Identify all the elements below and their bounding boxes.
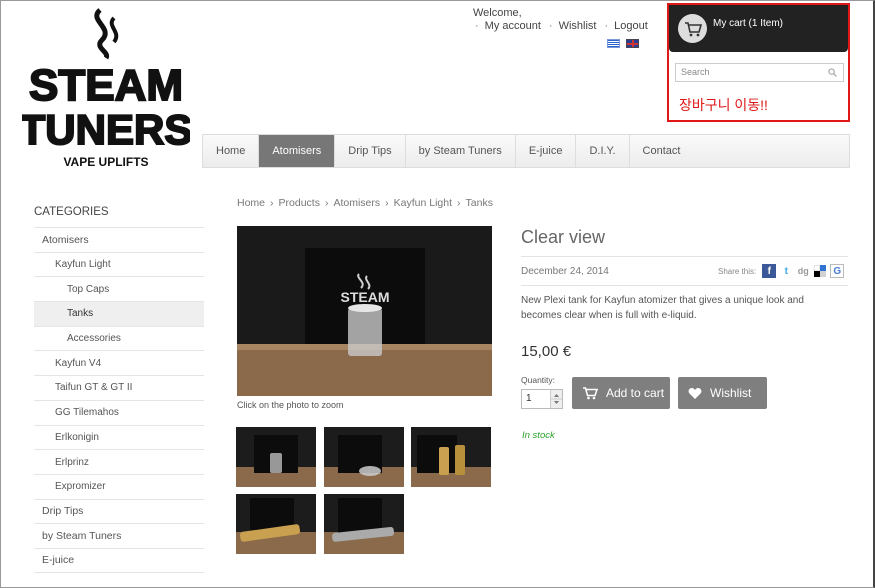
svg-text:VAPE UPLIFTS: VAPE UPLIFTS xyxy=(63,155,148,169)
category-item-selected[interactable]: Tanks xyxy=(34,301,204,326)
breadcrumb-separator: › xyxy=(457,197,461,209)
category-item[interactable]: Atomisers xyxy=(34,227,204,252)
google-icon[interactable]: G xyxy=(830,264,845,278)
add-to-cart-button[interactable]: Add to cart xyxy=(572,377,670,409)
svg-text:STEAM: STEAM xyxy=(29,61,183,110)
breadcrumb-tanks: Tanks xyxy=(465,197,493,209)
quantity-label: Quantity: xyxy=(521,375,556,385)
category-item[interactable]: Erlkonigin xyxy=(34,424,204,450)
main-nav: Home Atomisers Drip Tips by Steam Tuners… xyxy=(202,134,850,168)
breadcrumb-kayfun-light[interactable]: Kayfun Light xyxy=(394,197,452,209)
english-flag-icon[interactable] xyxy=(626,39,639,48)
divider xyxy=(521,285,848,286)
language-switcher xyxy=(607,39,639,48)
product-title: Clear view xyxy=(521,227,606,247)
delicious-icon[interactable] xyxy=(813,264,827,278)
category-item[interactable]: Top Caps xyxy=(34,276,204,301)
nav-item-drip-tips[interactable]: Drip Tips xyxy=(335,135,406,167)
product-price: 15,00 € xyxy=(521,343,572,360)
product-main-image[interactable]: STEAM xyxy=(237,226,492,396)
nav-item-home[interactable]: Home xyxy=(203,135,260,167)
nav-item-contact[interactable]: Contact xyxy=(630,135,694,167)
category-item[interactable]: GG Tilemahos xyxy=(34,399,204,425)
categories-title: CATEGORIES xyxy=(34,206,109,218)
nav-item-atomisers[interactable]: Atomisers xyxy=(259,135,336,167)
quantity-spin-buttons[interactable] xyxy=(550,390,562,408)
link-separator: · xyxy=(548,20,553,32)
zoom-hint: Click on the photo to zoom xyxy=(237,400,344,410)
quantity-value: 1 xyxy=(526,393,532,404)
steam-tuners-logo[interactable]: STEAM TUNERS VAPE UPLIFTS xyxy=(22,8,190,170)
my-account-link[interactable]: My account xyxy=(485,20,541,32)
category-item[interactable]: Kayfun Light xyxy=(34,251,204,277)
breadcrumb-separator: › xyxy=(270,197,274,209)
breadcrumb-separator: › xyxy=(385,197,389,209)
wishlist-link[interactable]: Wishlist xyxy=(559,20,597,32)
breadcrumb-products[interactable]: Products xyxy=(279,197,320,209)
wishlist-button[interactable]: Wishlist xyxy=(678,377,767,409)
link-separator: · xyxy=(475,20,479,32)
product-thumbnail[interactable] xyxy=(411,427,491,487)
share-label: Share this: xyxy=(718,266,757,276)
svg-text:TUNERS: TUNERS xyxy=(22,106,190,153)
product-date: December 24, 2014 xyxy=(521,266,609,277)
breadcrumb-atomisers[interactable]: Atomisers xyxy=(333,197,380,209)
divider xyxy=(521,256,848,257)
product-description: New Plexi tank for Kayfun atomizer that … xyxy=(521,295,804,321)
twitter-icon[interactable]: t xyxy=(779,264,793,278)
product-thumbnail[interactable] xyxy=(236,494,316,554)
breadcrumb-home[interactable]: Home xyxy=(237,197,265,209)
category-list: Atomisers Kayfun Light Top Caps Tanks Ac… xyxy=(34,227,204,573)
facebook-icon[interactable]: f xyxy=(762,264,777,278)
category-item[interactable]: Kayfun V4 xyxy=(34,350,204,375)
stock-status: In stock xyxy=(522,430,555,441)
product-photo: STEAM xyxy=(237,226,492,396)
cart-icon xyxy=(583,387,598,400)
product-thumbnail[interactable] xyxy=(324,494,404,554)
category-item[interactable]: Erlprinz xyxy=(34,449,204,474)
annotation-text: 장바구니 이동!! xyxy=(679,97,768,113)
add-to-cart-label: Add to cart xyxy=(606,386,665,400)
svg-text:STEAM: STEAM xyxy=(341,289,390,305)
product-thumbnail[interactable] xyxy=(236,427,316,487)
nav-item-e-juice[interactable]: E-juice xyxy=(516,135,577,167)
category-item[interactable]: Taifun GT & GT II xyxy=(34,375,204,400)
digg-icon[interactable]: dg xyxy=(796,264,810,278)
breadcrumb-separator: › xyxy=(324,197,329,209)
logout-link[interactable]: Logout xyxy=(614,20,648,32)
category-item[interactable]: Accessories xyxy=(34,325,204,351)
category-item[interactable]: E-juice xyxy=(34,547,204,573)
product-thumbnail[interactable] xyxy=(324,427,404,487)
top-links: · My account · Wishlist · Logout xyxy=(473,20,648,32)
wishlist-label: Wishlist xyxy=(710,386,752,400)
category-item[interactable]: by Steam Tuners xyxy=(34,523,204,548)
quantity-stepper[interactable]: 1 xyxy=(521,389,563,409)
share-bar: Share this: f t dg G xyxy=(718,264,845,278)
breadcrumb: Home › Products › Atomisers › Kayfun Lig… xyxy=(237,197,493,209)
heart-icon xyxy=(688,387,702,399)
link-separator: · xyxy=(604,20,609,32)
greek-flag-icon[interactable] xyxy=(607,39,620,48)
nav-item-diy[interactable]: D.I.Y. xyxy=(576,135,630,167)
nav-item-by-steam-tuners[interactable]: by Steam Tuners xyxy=(406,135,516,167)
category-item[interactable]: Drip Tips xyxy=(34,498,204,524)
category-item[interactable]: Expromizer xyxy=(34,473,204,499)
welcome-text: Welcome, xyxy=(473,7,522,19)
